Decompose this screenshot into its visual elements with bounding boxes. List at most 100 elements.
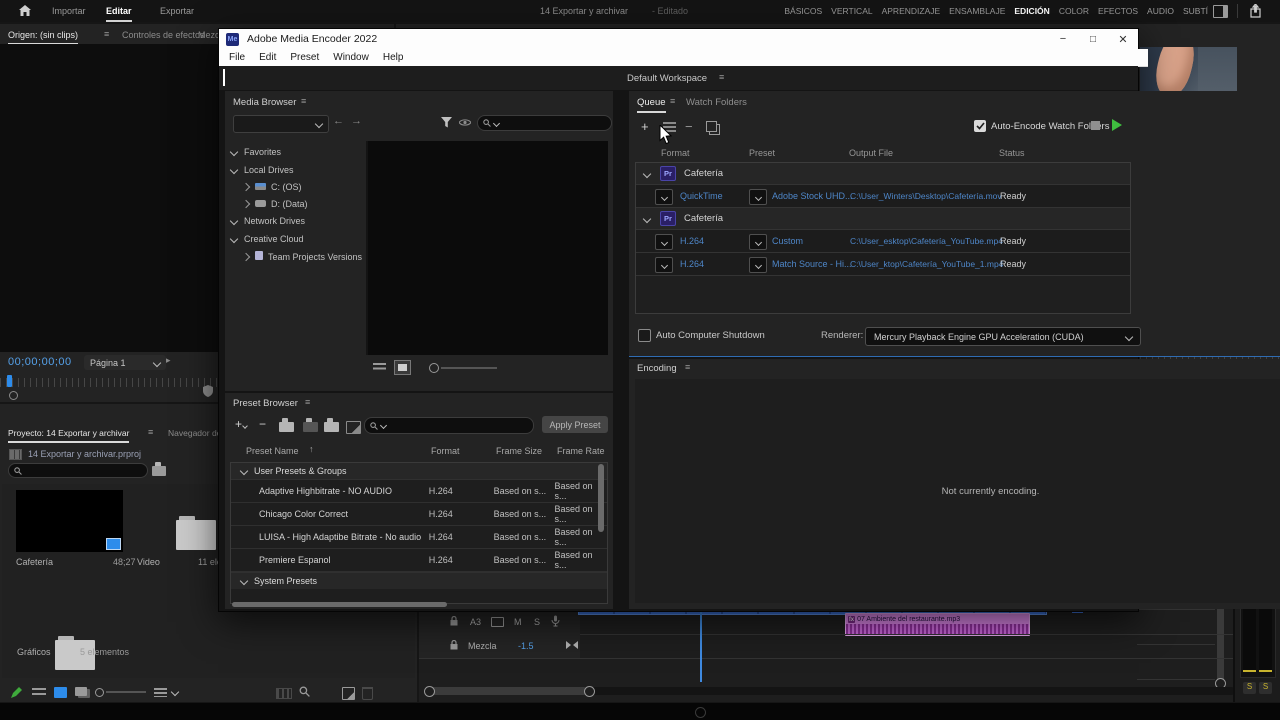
item-video-label[interactable]: Video	[137, 557, 160, 567]
job-output-row[interactable]: H.264 Match Source - Hi... C:\User_ktop\…	[636, 253, 1130, 276]
page-select[interactable]: Página 1	[84, 355, 166, 370]
forward-arrow-icon[interactable]: →	[351, 115, 362, 127]
preset-browser-menu-icon[interactable]: ≡	[305, 397, 310, 407]
preset-group-row[interactable]: User Presets & Groups	[231, 463, 607, 480]
find-icon[interactable]	[299, 686, 310, 697]
menu-window[interactable]: Window	[333, 52, 369, 63]
export-preset-icon[interactable]	[346, 421, 361, 434]
tab-queue-menu-icon[interactable]: ≡	[670, 96, 675, 106]
job-group-row[interactable]: Pr Cafetería	[636, 163, 1130, 185]
maximize-button[interactable]: □	[1078, 34, 1108, 45]
workspace-edicion[interactable]: EDICIÓN	[1014, 6, 1049, 16]
mb-zoom-slider-handle[interactable]	[429, 363, 439, 373]
preset-settings-icon[interactable]	[303, 422, 318, 432]
menu-importar[interactable]: Importar	[52, 6, 86, 16]
project-file-name[interactable]: 14 Exportar y archivar.prproj	[28, 449, 141, 459]
track-a3-lock-icon[interactable]	[450, 616, 458, 626]
source-playhead[interactable]	[7, 375, 12, 387]
job-output-row[interactable]: H.264 Custom C:\User_esktop\Cafetería_Yo…	[636, 230, 1130, 253]
trash-icon[interactable]	[362, 687, 373, 700]
eye-icon[interactable]	[459, 118, 471, 127]
tree-item-c-drive[interactable]: C: (OS)	[243, 182, 302, 192]
list-view-icon[interactable]	[32, 688, 46, 697]
media-browser-title[interactable]: Media Browser	[233, 97, 296, 108]
audio-clip-mp3[interactable]: fx 07 Ambiente del restaurante.mp3	[845, 613, 1030, 636]
item-graficos-label[interactable]: Gráficos	[17, 647, 51, 657]
job-output-row[interactable]: QuickTime Adobe Stock UHD... C:\User_Win…	[636, 185, 1130, 208]
zoom-slider-track[interactable]	[106, 691, 146, 693]
preset-row[interactable]: Chicago Color Correct H.264 Based on s..…	[231, 503, 607, 526]
media-browser-path-select[interactable]	[233, 115, 329, 133]
remove-button[interactable]: −	[685, 119, 693, 134]
menu-edit[interactable]: Edit	[259, 52, 276, 63]
project-thumbnail-cafeteria[interactable]	[16, 490, 123, 552]
menu-help[interactable]: Help	[383, 52, 404, 63]
add-source-button[interactable]: +	[641, 119, 649, 134]
track-source-patch-icon[interactable]	[491, 617, 504, 627]
tab-proyecto[interactable]: Proyecto: 14 Exportar y archivar	[8, 428, 129, 443]
close-button[interactable]: ✕	[1108, 33, 1138, 46]
renderer-select[interactable]: Mercury Playback Engine GPU Acceleration…	[865, 327, 1141, 346]
format-dropdown[interactable]	[655, 189, 673, 205]
media-browser-search-input[interactable]	[477, 115, 612, 131]
tab-watch-folders[interactable]: Watch Folders	[686, 97, 747, 108]
preset-list-hscrollbar[interactable]	[232, 602, 447, 607]
meter-solo-right[interactable]: S	[1259, 682, 1272, 694]
preset-browser-title[interactable]: Preset Browser	[233, 398, 298, 409]
new-preset-group-icon[interactable]	[279, 422, 294, 432]
menu-preset[interactable]: Preset	[290, 52, 319, 63]
preset-dropdown[interactable]	[749, 234, 767, 250]
thumbnail-view-icon[interactable]	[54, 687, 67, 698]
tree-item-creative-cloud[interactable]: Creative Cloud	[231, 234, 304, 244]
tree-item-team-projects[interactable]: Team Projects Versions	[243, 251, 362, 262]
col-frame-rate[interactable]: Frame Rate	[557, 446, 605, 456]
project-search-input[interactable]	[8, 463, 148, 478]
stop-queue-button[interactable]	[1091, 121, 1100, 130]
start-queue-button[interactable]	[1112, 119, 1122, 131]
tree-item-local-drives[interactable]: Local Drives	[231, 165, 294, 175]
sort-icon[interactable]	[154, 688, 167, 697]
add-preset-button[interactable]: +	[235, 417, 247, 431]
preset-row[interactable]: Premiere Espanol H.264 Based on s... Bas…	[231, 549, 607, 572]
source-zoom-handle-icon[interactable]	[9, 391, 18, 400]
mb-list-view-icon[interactable]	[373, 363, 386, 372]
output-file-path[interactable]: C:\User_ktop\Cafetería_YouTube_1.mp4	[850, 259, 1003, 269]
auto-encode-checkbox[interactable]	[974, 120, 986, 132]
workspace-subtitulos[interactable]: SUBTÍ	[1183, 6, 1208, 16]
mic-icon[interactable]	[551, 615, 560, 627]
track-mezcla-lock-icon[interactable]	[450, 640, 458, 650]
workspace-vertical[interactable]: VERTICAL	[831, 6, 872, 16]
queue-col-status[interactable]: Status	[999, 148, 1025, 158]
track-a3-label[interactable]: A3	[470, 617, 481, 627]
col-preset-name[interactable]: Preset Name	[246, 446, 299, 456]
workspace-menu-icon[interactable]: ≡	[719, 72, 724, 82]
home-icon[interactable]	[18, 4, 32, 18]
menu-exportar[interactable]: Exportar	[160, 6, 194, 16]
tree-item-favorites[interactable]: Favorites	[231, 147, 281, 157]
back-arrow-icon[interactable]: ←	[333, 115, 344, 127]
preset-group-row[interactable]: System Presets	[231, 572, 607, 589]
mb-zoom-slider-track[interactable]	[441, 367, 497, 369]
output-file-path[interactable]: C:\User_esktop\Cafetería_YouTube.mp4	[850, 236, 1003, 246]
source-step-icon[interactable]: ▸	[166, 355, 171, 366]
preset-list-vscrollbar[interactable]	[598, 464, 604, 532]
encoder-titlebar[interactable]: Me Adobe Media Encoder 2022 − □ ✕	[219, 29, 1138, 50]
queue-col-output[interactable]: Output File	[849, 148, 893, 158]
new-item-icon[interactable]	[342, 687, 355, 700]
workspace-panel-icon[interactable]	[1213, 5, 1228, 18]
workspace-aprendizaje[interactable]: APRENDIZAJE	[882, 6, 941, 16]
preset-row[interactable]: LUISA - High Adaptibe Bitrate - No audio…	[231, 526, 607, 549]
tab-origen-menu-icon[interactable]: ≡	[104, 29, 109, 39]
zoom-slider-handle[interactable]	[95, 688, 104, 697]
auto-shutdown-checkbox[interactable]	[638, 329, 651, 342]
workspace-audio[interactable]: AUDIO	[1147, 6, 1174, 16]
tab-controles-efectos[interactable]: Controles de efectos	[122, 30, 205, 40]
hscroll-handle-right[interactable]	[584, 686, 595, 697]
job-group-row[interactable]: Pr Cafetería	[636, 208, 1130, 230]
format-dropdown[interactable]	[655, 257, 673, 273]
menu-file[interactable]: File	[229, 52, 245, 63]
playhead[interactable]	[700, 604, 702, 682]
menu-editar[interactable]: Editar	[106, 6, 132, 22]
preset-dropdown[interactable]	[749, 257, 767, 273]
workspace-ensamblaje[interactable]: ENSAMBLAJE	[949, 6, 1005, 16]
